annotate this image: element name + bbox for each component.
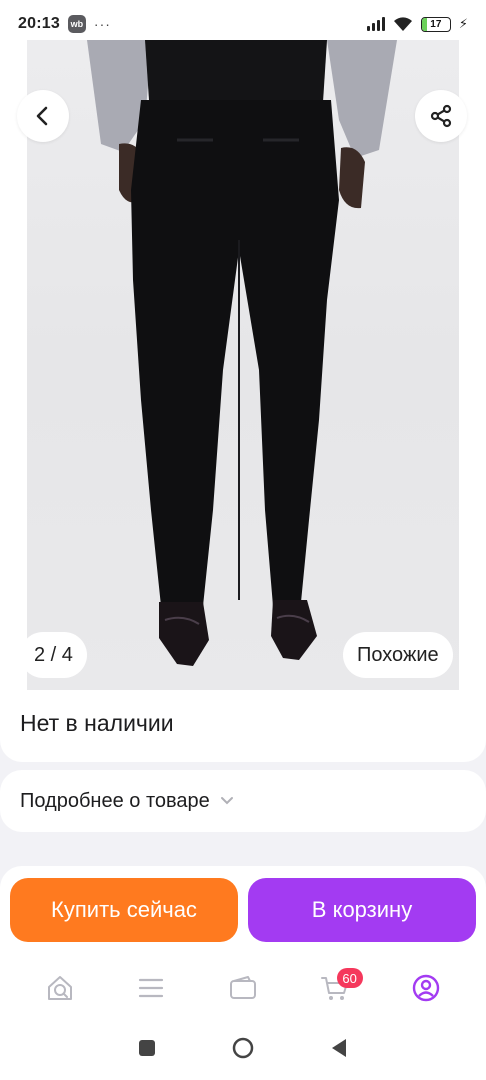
battery-level: 17: [430, 18, 442, 30]
arrow-left-icon: [36, 106, 48, 126]
nav-profile[interactable]: [402, 964, 450, 1012]
stock-status: Нет в наличии: [20, 710, 174, 736]
product-photo[interactable]: [27, 40, 459, 690]
similar-button[interactable]: Похожие: [343, 632, 453, 678]
image-counter: 2 / 4: [20, 632, 87, 678]
triangle-back-icon: [332, 1038, 346, 1057]
stock-card: Нет в наличии: [0, 690, 486, 762]
wallet-icon: [229, 976, 256, 999]
nav-wallet[interactable]: [219, 964, 267, 1012]
system-navigation-bar: [0, 1020, 486, 1080]
back-button[interactable]: [17, 90, 69, 142]
home-system-button[interactable]: [231, 1036, 255, 1065]
battery-icon: 17: [420, 16, 451, 32]
chevron-down-icon: [220, 796, 234, 806]
details-label: Подробнее о товаре: [20, 789, 210, 812]
status-time: 20:13: [18, 15, 60, 32]
trousers-image: [87, 40, 397, 666]
home-icon: [47, 976, 72, 1000]
product-gallery[interactable]: 2 / 4 Похожие: [0, 40, 486, 690]
square-icon: [139, 1039, 155, 1056]
recent-apps-button[interactable]: [137, 1038, 157, 1063]
circle-icon: [232, 1037, 254, 1058]
product-details-toggle[interactable]: Подробнее о товаре: [0, 770, 486, 832]
status-indicators: 17 ⚡: [366, 16, 468, 32]
charging-icon: ⚡: [458, 16, 468, 31]
share-button[interactable]: [415, 90, 467, 142]
signal-icon: [366, 17, 385, 31]
add-to-cart-button[interactable]: В корзину: [248, 878, 476, 942]
nav-cart[interactable]: 60: [311, 964, 363, 1012]
profile-icon: [412, 974, 440, 1002]
wildberries-app-icon: wb: [67, 15, 86, 33]
bottom-navigation: 60: [0, 956, 486, 1020]
cart-count-badge: 60: [336, 968, 363, 988]
back-system-button[interactable]: [329, 1037, 349, 1064]
catalog-icon: [139, 978, 164, 998]
nav-home[interactable]: [36, 964, 84, 1012]
share-icon: [430, 104, 452, 128]
wifi-icon: [393, 17, 412, 31]
notification-dots: ···: [93, 16, 111, 32]
nav-catalog[interactable]: [127, 964, 175, 1012]
action-bar: Купить сейчас В корзину: [0, 866, 486, 956]
buy-now-button[interactable]: Купить сейчас: [10, 878, 238, 942]
